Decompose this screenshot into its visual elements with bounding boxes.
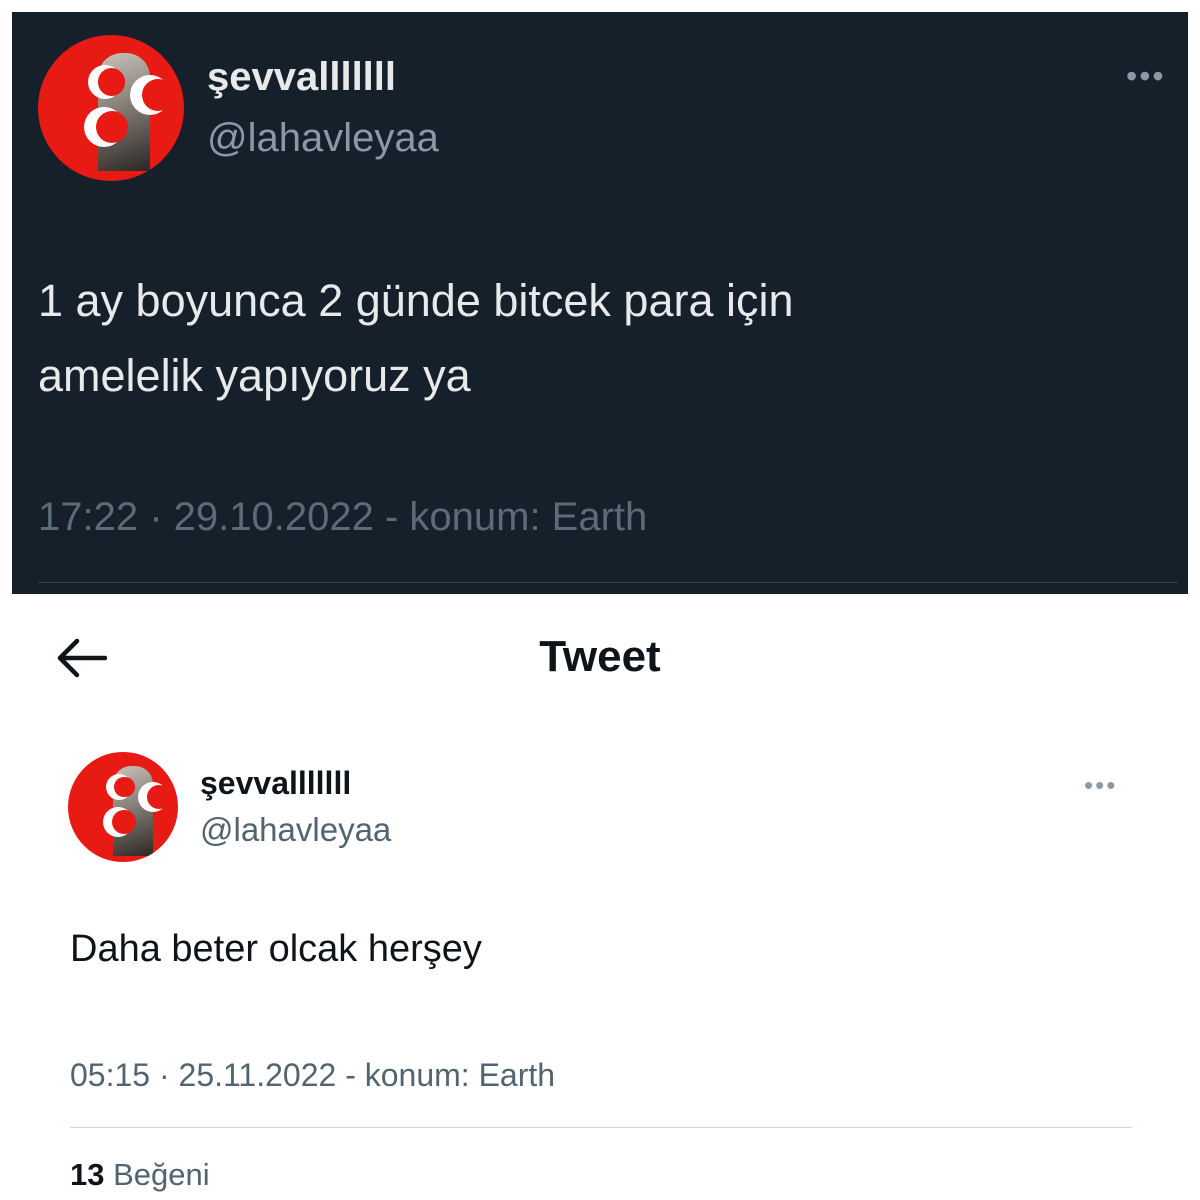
crescent-icon [103, 807, 136, 837]
tweet-timestamp[interactable]: 17:22 · 29.10.2022 - konum: Earth [38, 495, 647, 540]
user-handle[interactable]: @lahavleyaa [207, 116, 439, 161]
crescent-icon [138, 782, 171, 812]
like-label: Beğeni [113, 1157, 210, 1192]
crescent-icon [84, 107, 128, 147]
tweet-text: Daha beter olcak herşey [70, 928, 482, 970]
page-title: Tweet [539, 632, 661, 681]
display-name[interactable]: şevvalllllll [200, 765, 351, 802]
divider [38, 582, 1178, 583]
crescent-icon [88, 65, 126, 99]
crescent-icon [130, 75, 174, 115]
more-horizontal-icon[interactable]: ••• [1084, 770, 1117, 801]
display-name[interactable]: şevvalllllll [207, 55, 396, 100]
tweet-text-line: amelelik yapıyoruz ya [38, 350, 471, 401]
more-horizontal-icon[interactable]: ••• [1126, 58, 1166, 95]
avatar[interactable] [68, 752, 178, 862]
avatar[interactable] [38, 35, 184, 181]
tweet-timestamp[interactable]: 05:15 · 25.11.2022 - konum: Earth [70, 1057, 555, 1094]
crescent-icon [106, 774, 135, 800]
like-count-number: 13 [70, 1157, 105, 1192]
likes-count[interactable]: 13 Beğeni [70, 1157, 210, 1193]
tweet-text-line: 1 ay boyunca 2 günde bitcek para için [38, 275, 794, 326]
user-handle[interactable]: @lahavleyaa [200, 811, 391, 849]
divider [70, 1127, 1132, 1128]
